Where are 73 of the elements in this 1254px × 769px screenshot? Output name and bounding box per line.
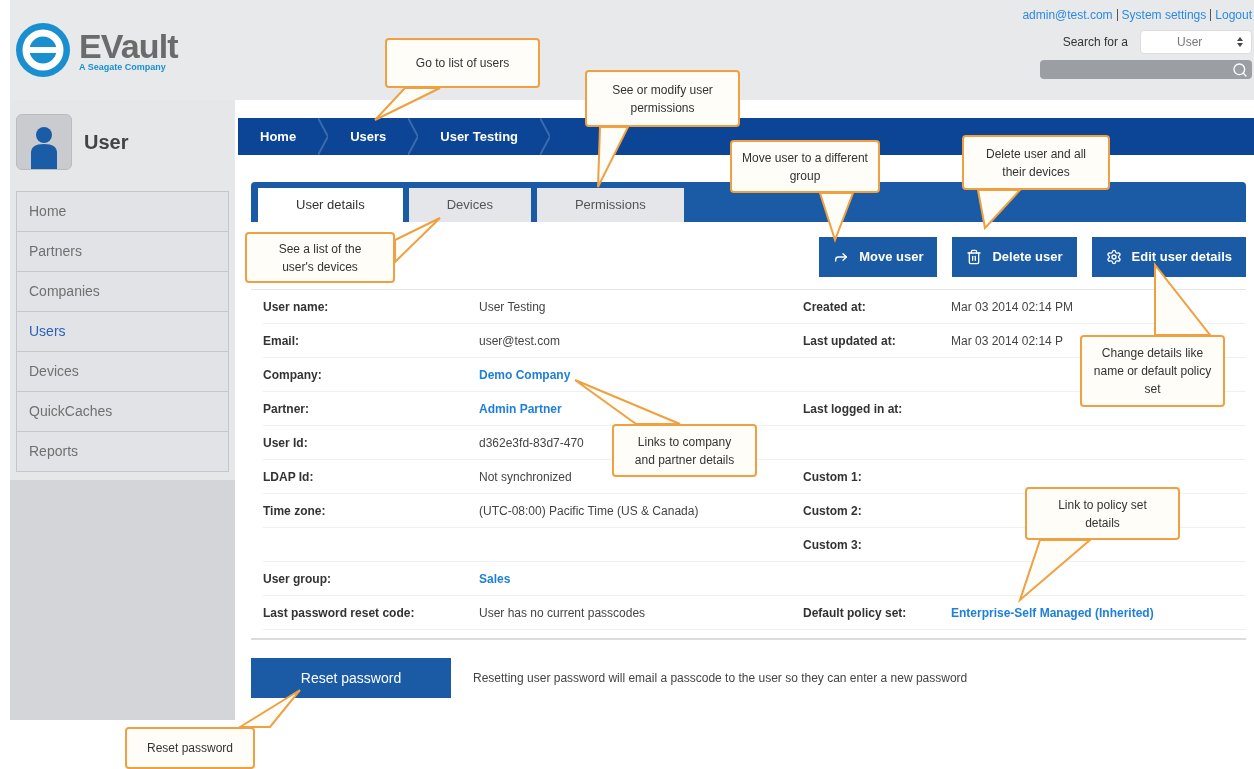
search-label: Search for a — [1062, 34, 1128, 51]
breadcrumb-link[interactable]: Users — [328, 126, 409, 147]
callout-pointer — [394, 217, 441, 265]
action-button[interactable]: Move user — [819, 237, 938, 277]
field-label: Custom 3: — [803, 536, 862, 554]
breadcrumb-separator-icon — [318, 118, 329, 155]
callout-bubble: Links to company and partner details — [612, 424, 757, 477]
trash-icon — [966, 249, 983, 265]
field-label: Custom 1: — [803, 468, 862, 486]
account-link[interactable]: System settings — [1121, 6, 1207, 24]
reset-password-button[interactable]: Reset password — [251, 658, 451, 698]
field-value: User has no current passcodes — [479, 604, 646, 622]
sidebar-item[interactable]: Partners — [16, 231, 229, 272]
breadcrumb-separator-icon — [540, 118, 551, 155]
callout-pointer — [374, 87, 441, 121]
field-value: (UTC-08:00) Pacific Time (US & Canada) — [479, 502, 699, 520]
field-label: Last password reset code: — [263, 604, 415, 622]
field-label: User name: — [263, 298, 329, 316]
callout-pointer — [597, 126, 630, 188]
field-value: d362e3fd-83d7-470 — [479, 434, 584, 452]
detail-link[interactable]: Admin Partner — [479, 399, 562, 418]
field-label: Last updated at: — [803, 332, 896, 350]
select-arrows-icon — [1237, 37, 1243, 47]
sidebar-item[interactable]: Users — [16, 311, 229, 352]
user-silhouette-icon — [29, 125, 59, 169]
field-label: Last logged in at: — [803, 400, 903, 418]
callout-pointer — [818, 192, 855, 244]
field-label: Created at: — [803, 298, 866, 316]
settings-icon — [1105, 249, 1122, 265]
sidebar-title: User — [84, 130, 129, 155]
search-field[interactable] — [1040, 60, 1252, 79]
field-value: Not synchronized — [479, 468, 572, 486]
field-label: Time zone: — [263, 502, 326, 520]
breadcrumb-separator-icon — [408, 118, 419, 155]
logo-tagline: A Seagate Company — [79, 62, 167, 72]
action-button[interactable]: Edit user details — [1091, 237, 1246, 277]
field-value: Mar 03 2014 02:14 PM — [951, 298, 1074, 316]
search-type-select[interactable]: User — [1140, 30, 1252, 54]
tab[interactable]: Permissions — [536, 188, 684, 222]
detail-link[interactable]: Enterprise-Self Managed (Inherited) — [951, 603, 1154, 622]
field-label: User group: — [263, 570, 331, 588]
logo-icon — [15, 22, 71, 78]
logo-name: EVault — [79, 28, 178, 63]
field-label: User Id: — [263, 434, 308, 452]
field-label: Default policy set: — [803, 604, 907, 622]
reset-note: Resetting user password will email a passcode to the user so they can enter a new password — [473, 670, 968, 687]
sidebar-item[interactable]: Reports — [16, 431, 229, 472]
detail-link[interactable]: Demo Company — [479, 365, 571, 384]
field-label: Custom 2: — [803, 502, 862, 520]
field-value: user@test.com — [479, 332, 560, 350]
sidebar-item[interactable]: Home — [16, 191, 229, 232]
action-button[interactable]: Delete user — [952, 237, 1077, 277]
breadcrumb-link[interactable]: Home — [238, 126, 319, 147]
callout-pointer — [976, 189, 1023, 231]
tab[interactable]: Devices — [408, 188, 531, 222]
field-label: Partner: — [263, 400, 309, 418]
sidebar-item[interactable]: Companies — [16, 271, 229, 312]
field-value: User Testing — [479, 298, 546, 316]
account-link[interactable]: Logout — [1215, 6, 1252, 24]
account-link[interactable]: admin@test.com — [1022, 6, 1113, 24]
sidebar-item[interactable]: Devices — [16, 351, 229, 392]
field-label: LDAP Id: — [263, 468, 314, 486]
field-value: Mar 03 2014 02:14 P — [951, 332, 1064, 350]
callout-pointer — [236, 689, 301, 728]
callout-bubble: Reset password — [125, 727, 255, 769]
sidebar-item[interactable]: QuickCaches — [16, 391, 229, 432]
breadcrumb-link[interactable]: User Testing — [418, 126, 541, 147]
tab[interactable]: User details — [258, 188, 403, 222]
detail-link[interactable]: Sales — [479, 569, 511, 588]
field-label: Company: — [263, 366, 322, 384]
search-icon — [1232, 61, 1248, 78]
callout-bubble: Link to policy set details — [1025, 487, 1180, 540]
field-label: Email: — [263, 332, 299, 350]
